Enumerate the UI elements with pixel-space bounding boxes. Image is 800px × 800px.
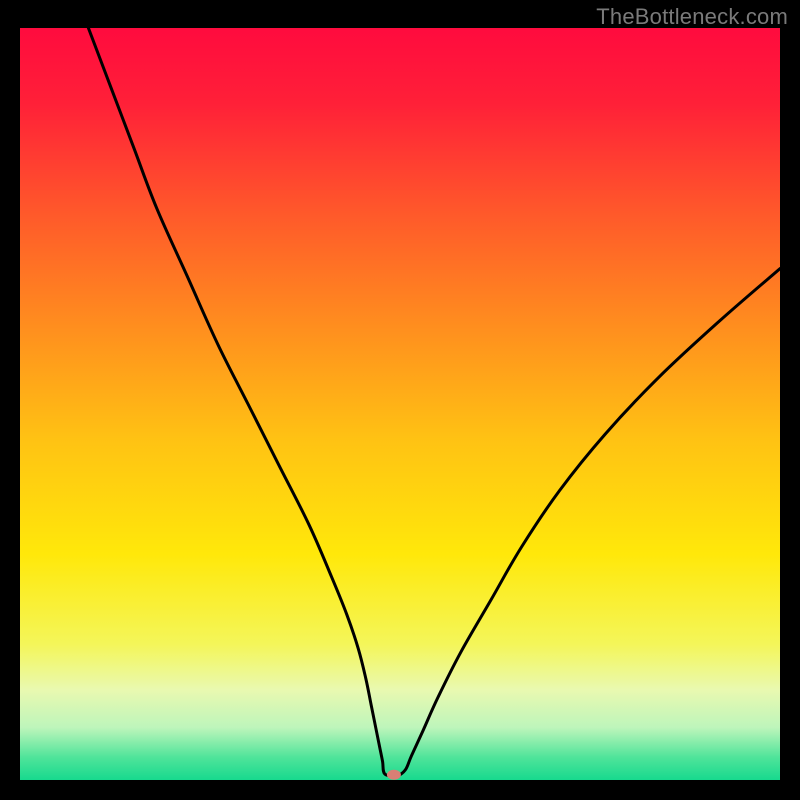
chart-frame: TheBottleneck.com: [0, 0, 800, 800]
gradient-background: [20, 28, 780, 780]
bottleneck-chart: [20, 28, 780, 780]
watermark-text: TheBottleneck.com: [596, 4, 788, 30]
optimal-point-marker: [387, 770, 401, 780]
plot-area: [20, 28, 780, 780]
